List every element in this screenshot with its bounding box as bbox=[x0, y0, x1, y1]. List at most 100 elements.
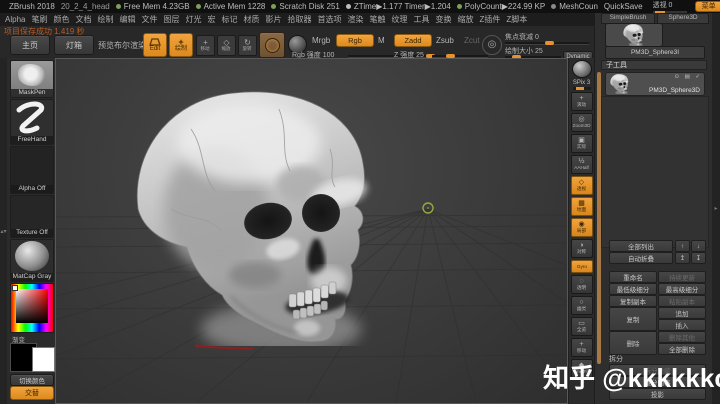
active-tool-thumbnail[interactable] bbox=[605, 23, 663, 47]
menu-edit[interactable]: 编辑 bbox=[119, 14, 135, 25]
tool-tab-sphere3d[interactable]: Sphere3D bbox=[657, 13, 709, 24]
menu-light[interactable]: 灯光 bbox=[185, 14, 201, 25]
bpr-render-button[interactable] bbox=[572, 60, 592, 78]
switch-color-button[interactable]: 切换颜色 bbox=[10, 374, 54, 386]
left-tray-divider[interactable]: ▴▾ bbox=[0, 58, 7, 404]
frame-button[interactable]: ▭全览 bbox=[571, 317, 593, 336]
move-button[interactable]: + 移动 bbox=[196, 35, 215, 56]
current-material-button[interactable]: MatCap Gray bbox=[10, 239, 54, 282]
spix-slider[interactable]: SPix 3 bbox=[571, 80, 593, 90]
rotate-button[interactable]: ↻ 旋转 bbox=[238, 35, 257, 56]
zoom3d-button[interactable]: ◎Zoom3D bbox=[571, 113, 593, 132]
perspective-button[interactable]: ◇透视 bbox=[571, 176, 593, 195]
focal-target-icon[interactable]: ◎ bbox=[482, 35, 502, 55]
gyro-button[interactable]: Gyro bbox=[571, 260, 593, 273]
actual-size-button[interactable]: ▣实际 bbox=[571, 134, 593, 153]
brush-preview-button[interactable] bbox=[259, 32, 285, 58]
menu-material[interactable]: 材质 bbox=[243, 14, 259, 25]
collapse-down-icon[interactable]: ↧ bbox=[691, 252, 706, 264]
duplicate-button[interactable]: 复制 bbox=[609, 307, 657, 331]
menu-picker[interactable]: 拾取器 bbox=[287, 14, 311, 25]
panel-divider[interactable]: ▸ bbox=[712, 13, 720, 404]
paste-subtool-button[interactable]: 粘贴副本 bbox=[658, 295, 706, 307]
lightbox-button[interactable]: 灯箱 bbox=[54, 35, 94, 55]
spix-track[interactable] bbox=[573, 87, 591, 90]
insert-button[interactable]: 插入 bbox=[658, 319, 706, 331]
menu-draw[interactable]: 绘制 bbox=[97, 14, 113, 25]
current-brush-button[interactable]: MaskPen bbox=[10, 60, 54, 98]
menu-brush[interactable]: 笔刷 bbox=[31, 14, 47, 25]
menu-preferences[interactable]: 首选项 bbox=[317, 14, 341, 25]
subtool-item[interactable]: ⊙ ▤ ✓ PM3D_Sphere3D bbox=[605, 72, 705, 96]
menus-toggle-button[interactable]: 菜单 bbox=[695, 1, 720, 12]
focal-shift-slider[interactable] bbox=[505, 42, 589, 45]
aahalf-button[interactable]: ½AAHalf bbox=[571, 155, 593, 174]
zsub-button[interactable]: Zsub bbox=[436, 36, 454, 45]
auto-collapse-button[interactable]: 自动折叠 bbox=[609, 252, 673, 264]
alt-button[interactable]: 交替 bbox=[10, 386, 54, 400]
floor-grid-button[interactable]: ▦地面 bbox=[571, 197, 593, 216]
menu-document[interactable]: 文档 bbox=[75, 14, 91, 25]
menu-marker[interactable]: 标记 bbox=[221, 14, 237, 25]
copy-subtool-button[interactable]: 复制副本 bbox=[609, 295, 657, 307]
m-button[interactable]: M bbox=[378, 36, 385, 45]
symmetry-button[interactable]: ◑对称 bbox=[571, 239, 593, 258]
titlebar-persp-slider[interactable]: 透视 0 bbox=[653, 0, 687, 14]
append-button[interactable]: 追加 bbox=[658, 307, 706, 319]
menu-color[interactable]: 颜色 bbox=[53, 14, 69, 25]
menu-transform[interactable]: 变换 bbox=[435, 14, 451, 25]
list-all-button[interactable]: 全部列出 bbox=[609, 240, 673, 252]
viewport[interactable] bbox=[55, 58, 568, 404]
menu-zoom[interactable]: 缩放 bbox=[457, 14, 473, 25]
menu-stroke[interactable]: 笔触 bbox=[369, 14, 385, 25]
spix-handle[interactable] bbox=[576, 87, 584, 90]
zadd-button[interactable]: Zadd bbox=[394, 34, 432, 47]
subtool-visibility-icons[interactable]: ⊙ ▤ ✓ bbox=[675, 74, 702, 80]
delete-all-button[interactable]: 全部删除 bbox=[658, 343, 706, 355]
menu-movie[interactable]: 影片 bbox=[265, 14, 281, 25]
active-tool-name[interactable]: PM3D_Sphere3I bbox=[605, 46, 705, 59]
mrgb-button[interactable]: Mrgb bbox=[312, 36, 330, 45]
menu-file[interactable]: 文件 bbox=[141, 14, 157, 25]
collapse-up-icon[interactable]: ↥ bbox=[675, 252, 690, 264]
menu-render[interactable]: 渲染 bbox=[347, 14, 363, 25]
menu-tool[interactable]: 工具 bbox=[413, 14, 429, 25]
home-button[interactable]: 主页 bbox=[10, 35, 50, 55]
highest-subdiv-button[interactable]: 最高级细分 bbox=[658, 283, 706, 295]
menu-macro[interactable]: 宏 bbox=[207, 14, 215, 25]
current-stroke-button[interactable]: FreeHand bbox=[10, 99, 54, 145]
edit-button[interactable]: Edit bbox=[143, 33, 167, 57]
subtool-list[interactable] bbox=[601, 96, 709, 248]
menu-zplugin[interactable]: Z插件 bbox=[479, 14, 500, 25]
draw-button[interactable]: + 绘制 bbox=[169, 33, 193, 57]
live-boolean-button[interactable]: 预览布尔渲染 bbox=[98, 40, 146, 51]
delete-other-button[interactable]: 删除其他 bbox=[658, 331, 706, 343]
menu-texture[interactable]: 纹理 bbox=[391, 14, 407, 25]
rgb-button[interactable]: Rgb bbox=[336, 34, 374, 47]
menu-alpha[interactable]: Alpha bbox=[5, 15, 25, 24]
menu-layer[interactable]: 图层 bbox=[163, 14, 179, 25]
zcut-button[interactable]: Zcut bbox=[464, 36, 480, 45]
ghost-button[interactable]: ○幽灵 bbox=[571, 296, 593, 315]
quicksave-button[interactable]: QuickSave bbox=[604, 2, 643, 11]
subtool-scrollbar[interactable] bbox=[597, 72, 601, 364]
current-alpha-button[interactable]: Alpha Off bbox=[10, 146, 54, 194]
transparency-button[interactable]: ◌透明 bbox=[571, 275, 593, 294]
rename-button[interactable]: 重命名 bbox=[609, 271, 657, 283]
focal-shift-handle[interactable] bbox=[545, 41, 554, 45]
local-symmetry-button[interactable]: ◉局部 bbox=[571, 218, 593, 237]
scroll-button[interactable]: +滚动 bbox=[571, 92, 593, 111]
current-texture-button[interactable]: Texture Off bbox=[10, 195, 54, 238]
delete-button[interactable]: 删除 bbox=[609, 331, 657, 355]
secondary-color-swatch[interactable] bbox=[32, 347, 55, 372]
skull-model[interactable] bbox=[137, 92, 369, 355]
saturation-square[interactable] bbox=[16, 289, 48, 323]
persistent-button[interactable]: 持续更新 bbox=[658, 271, 706, 283]
lowest-subdiv-button[interactable]: 最低级细分 bbox=[609, 283, 657, 295]
subtool-section-header[interactable]: 子工具 bbox=[601, 60, 707, 70]
color-picker[interactable] bbox=[10, 283, 54, 333]
move-view-button[interactable]: +移动 bbox=[571, 338, 593, 357]
subtool-down-button[interactable]: ↓ bbox=[691, 240, 706, 252]
menu-zscript[interactable]: Z脚本 bbox=[506, 14, 527, 25]
subtool-up-button[interactable]: ↑ bbox=[675, 240, 690, 252]
